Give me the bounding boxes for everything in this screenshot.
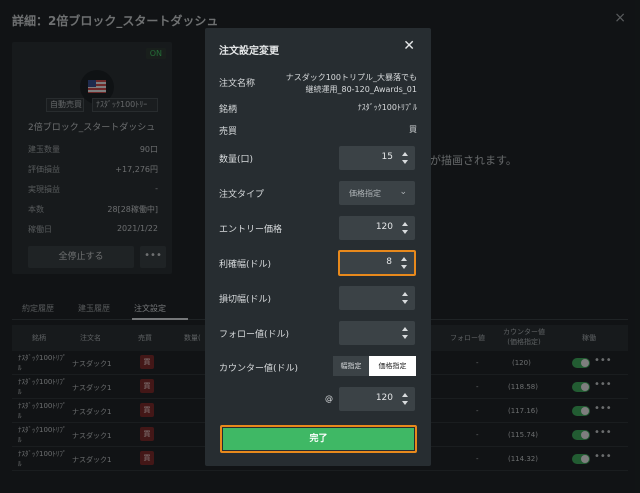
order-name-line1: ナスダック100トリプル_大暴落でも bbox=[285, 73, 417, 82]
stepper-arrows-icon[interactable] bbox=[400, 254, 408, 272]
order-settings-modal: 注文設定変更 ✕ 注文名称 ナスダック100トリプル_大暴落でも 継続運用_80… bbox=[205, 28, 431, 466]
order-type-select[interactable]: 価格指定 ⌄ bbox=[339, 181, 415, 205]
counter-value-stepper[interactable]: 120 bbox=[339, 387, 415, 411]
at-symbol: @ bbox=[325, 394, 333, 403]
modal-title: 注文設定変更 bbox=[219, 46, 279, 57]
chevron-down-icon: ⌄ bbox=[399, 187, 407, 197]
counter-value-value: 120 bbox=[375, 393, 393, 403]
stop-loss-stepper[interactable] bbox=[339, 286, 415, 310]
counter-mode-width-option[interactable]: 幅指定 bbox=[333, 356, 369, 376]
stepper-arrows-icon[interactable] bbox=[401, 390, 409, 408]
quantity-label: 数量(口) bbox=[219, 155, 254, 165]
side-value: 買 bbox=[409, 125, 417, 134]
stepper-arrows-icon[interactable] bbox=[401, 324, 409, 342]
order-type-value: 価格指定 bbox=[349, 189, 381, 198]
symbol-value: ﾅｽﾀﾞｯｸ100ﾄﾘﾌﾟﾙ bbox=[357, 103, 417, 112]
done-button[interactable]: 完了 bbox=[223, 428, 414, 450]
follow-value-label: フォロー値(ドル) bbox=[219, 330, 290, 340]
stepper-arrows-icon[interactable] bbox=[401, 149, 409, 167]
entry-price-stepper[interactable]: 120 bbox=[339, 216, 415, 240]
order-name-label: 注文名称 bbox=[219, 79, 256, 89]
profit-width-label: 利確幅(ドル) bbox=[219, 260, 272, 270]
done-button-focus-ring: 完了 bbox=[220, 425, 417, 453]
quantity-stepper[interactable]: 15 bbox=[339, 146, 415, 170]
profit-width-value: 8 bbox=[386, 257, 392, 267]
counter-mode-price-option[interactable]: 価格指定 bbox=[369, 356, 416, 376]
follow-value-stepper[interactable] bbox=[339, 321, 415, 345]
stepper-arrows-icon[interactable] bbox=[401, 289, 409, 307]
close-icon[interactable]: ✕ bbox=[403, 38, 415, 54]
order-name-line2: 継続運用_80-120_Awards_01 bbox=[305, 85, 417, 94]
stop-loss-label: 損切幅(ドル) bbox=[219, 295, 272, 305]
symbol-label: 銘柄 bbox=[219, 105, 238, 115]
quantity-value: 15 bbox=[381, 152, 393, 162]
order-type-label: 注文タイプ bbox=[219, 190, 265, 200]
counter-mode-toggle: 幅指定 価格指定 bbox=[333, 356, 416, 376]
stepper-arrows-icon[interactable] bbox=[401, 219, 409, 237]
entry-price-value: 120 bbox=[375, 222, 393, 232]
counter-value-label: カウンター値(ドル) bbox=[219, 364, 299, 374]
side-label: 売買 bbox=[219, 127, 238, 137]
profit-width-stepper[interactable]: 8 bbox=[338, 250, 416, 276]
entry-price-label: エントリー価格 bbox=[219, 225, 283, 235]
